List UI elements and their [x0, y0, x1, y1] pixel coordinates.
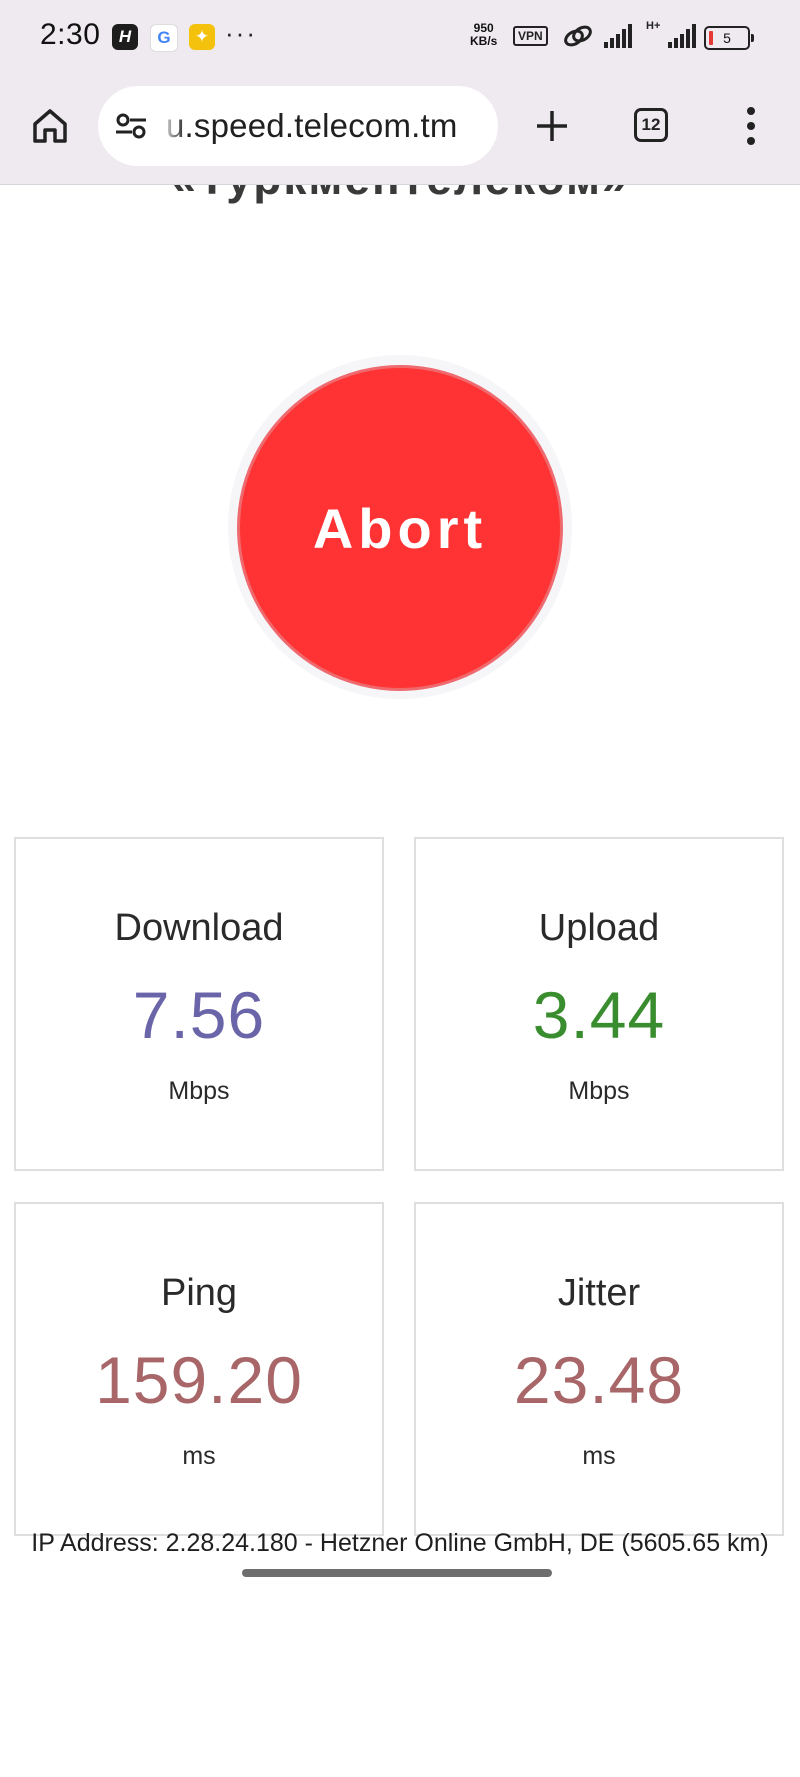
vpn-icon: VPN: [513, 26, 548, 46]
jitter-label: Jitter: [557, 1272, 641, 1314]
upload-card: Upload 3.44 Mbps: [414, 837, 784, 1171]
tab-switcher-button[interactable]: 12: [634, 108, 668, 142]
hotspot-link-icon: [562, 22, 594, 55]
address-bar[interactable]: u.speed.telecom.tm: [98, 86, 498, 166]
battery-icon: 5: [704, 26, 754, 50]
network-speed: 950 KB/s: [470, 22, 497, 48]
ip-address-info: IP Address: 2.28.24.180 - Hetzner Online…: [31, 1529, 769, 1557]
tune-icon: [116, 113, 146, 139]
ping-card: Ping 159.20 ms: [14, 1202, 384, 1536]
url-text[interactable]: u.speed.telecom.tm: [166, 86, 458, 166]
network-speed-unit: KB/s: [470, 34, 498, 48]
abort-button[interactable]: Abort: [237, 365, 563, 691]
page-title: «Туркментелеком»: [0, 185, 800, 205]
download-value: 7.56: [132, 978, 266, 1052]
ping-label: Ping: [160, 1272, 238, 1314]
signal-strength-icon: [604, 24, 632, 48]
notification-app-icon: ✦: [189, 24, 215, 50]
upload-label: Upload: [538, 907, 660, 949]
ping-unit: ms: [182, 1442, 216, 1470]
jitter-value: 23.48: [513, 1343, 685, 1417]
site-settings-button[interactable]: [114, 111, 148, 146]
url-fade: [160, 86, 186, 166]
download-label: Download: [114, 907, 284, 949]
more-vert-icon[interactable]: [736, 100, 766, 152]
battery-level: 5: [723, 30, 731, 46]
download-unit: Mbps: [168, 1077, 230, 1105]
jitter-card: Jitter 23.48 ms: [414, 1202, 784, 1536]
hamster-app-icon: H: [112, 24, 138, 50]
home-button[interactable]: [24, 100, 76, 152]
signal-strength-2-icon: [668, 24, 696, 48]
home-icon: [33, 109, 67, 143]
gesture-home-indicator[interactable]: [242, 1569, 552, 1577]
tab-count: 12: [641, 115, 661, 134]
status-time: 2:30: [40, 18, 101, 51]
upload-unit: Mbps: [568, 1077, 630, 1105]
ping-value: 159.20: [95, 1343, 303, 1417]
jitter-unit: ms: [582, 1442, 616, 1470]
status-bar: 2:30 H G ✦ ··· 950 KB/s VPN H+ 5: [0, 0, 800, 74]
upload-value: 3.44: [532, 978, 666, 1052]
browser-toolbar: u.speed.telecom.tm 12: [0, 74, 800, 185]
more-notifications-icon: ···: [225, 18, 257, 48]
screen: 2:30 H G ✦ ··· 950 KB/s VPN H+ 5 u.speed…: [0, 0, 800, 1777]
network-type: H+: [646, 20, 661, 32]
download-card: Download 7.56 Mbps: [14, 837, 384, 1171]
new-tab-button[interactable]: [526, 100, 578, 152]
plus-icon: [537, 111, 567, 141]
google-app-icon: G: [150, 24, 178, 52]
